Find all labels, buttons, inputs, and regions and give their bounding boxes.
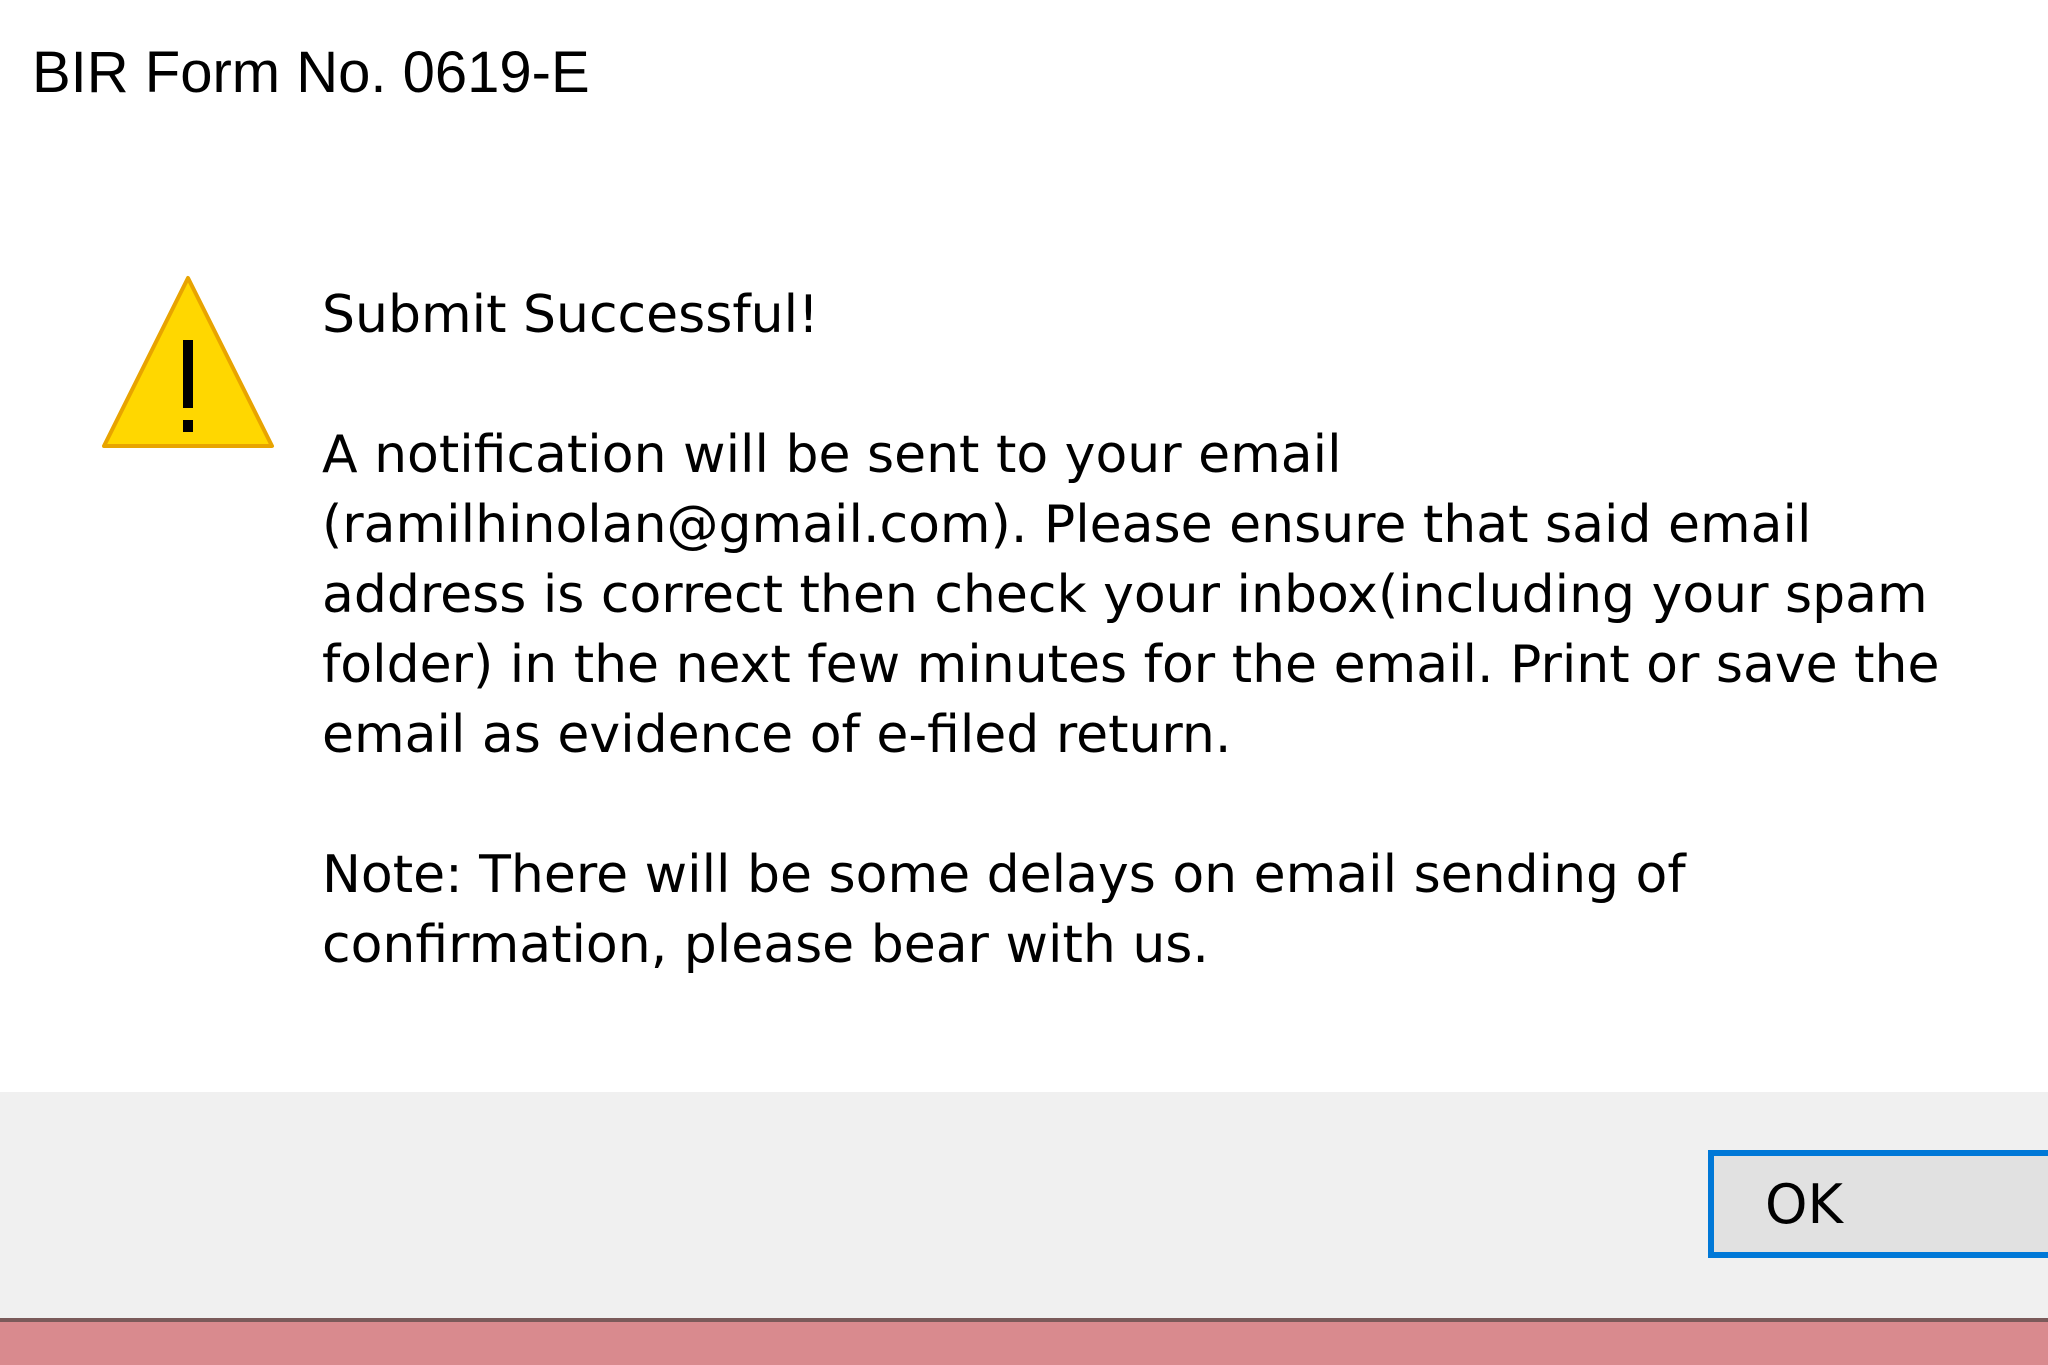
message-text: Submit Successful! A notification will b…: [322, 280, 2042, 980]
ok-button[interactable]: OK: [1708, 1150, 2048, 1258]
window-title: BIR Form No. 0619-E: [32, 40, 590, 105]
title-bar[interactable]: BIR Form No. 0619-E: [0, 0, 2048, 150]
message-body-line: folder) in the next few minutes for the …: [322, 635, 1940, 695]
warning-icon: [102, 276, 274, 448]
message-heading: Submit Successful!: [322, 285, 819, 345]
ok-button-label: OK: [1765, 1172, 1843, 1236]
background-backdrop: [0, 1322, 2048, 1365]
message-body-line: (ramilhinolan@gmail.com). Please ensure …: [322, 495, 1812, 555]
message-dialog: BIR Form No. 0619-E Submit Successful! A…: [0, 0, 2048, 1322]
message-body: A notification will be sent to your emai…: [322, 420, 2042, 770]
warning-exclamation-bar: [183, 340, 193, 408]
message-note-line: Note: There will be some delays on email…: [322, 845, 1686, 905]
message-body-line: A notification will be sent to your emai…: [322, 425, 1342, 485]
message-body-line: address is correct then check your inbox…: [322, 565, 1928, 625]
message-note-line: confirmation, please bear with us.: [322, 915, 1209, 975]
message-note: Note: There will be some delays on email…: [322, 840, 2042, 980]
warning-exclamation-dot: [183, 420, 193, 432]
message-body-line: email as evidence of e-filed return.: [322, 705, 1232, 765]
